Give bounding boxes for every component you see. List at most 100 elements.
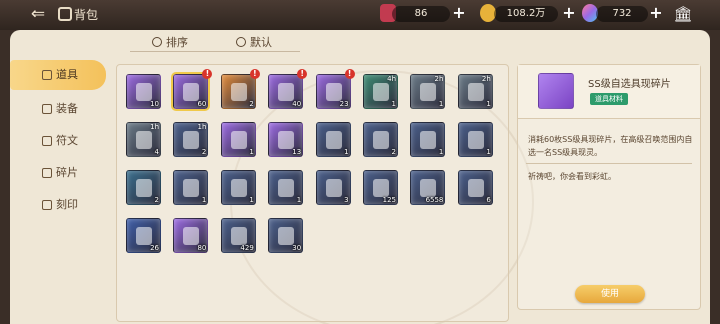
bank-icon[interactable]: 🏛 [672, 5, 694, 23]
inventory-slot[interactable]: 6 [457, 170, 493, 205]
detail-header: SS级自选具现碎片 道具材料 [518, 65, 700, 119]
inventory-slot[interactable]: 60! [171, 69, 213, 111]
item-icon [230, 131, 247, 149]
shard-icon [42, 168, 52, 178]
default-order-button[interactable]: 默认 [236, 36, 272, 50]
inventory-slot[interactable]: 125 [363, 170, 398, 205]
inventory-slot[interactable]: 1 [173, 170, 209, 205]
item-icon [278, 131, 295, 149]
item-grid: 10 60! 2! 40! 23! 1 4h 1 2h 1 2h 4 1h 2 1h 1 13 1 2 1 1 2 1 1 1 3… [116, 64, 509, 322]
item-timer: 2h [434, 75, 444, 83]
inventory-slot[interactable]: 2 1h [173, 122, 209, 157]
add-gold-button[interactable]: + [562, 5, 576, 21]
item-icon [325, 83, 342, 101]
sidebar-item-seals[interactable]: 刻印 [10, 190, 106, 220]
inventory-slot[interactable]: 30 [268, 218, 304, 253]
inventory-slot[interactable]: 4 1h [126, 122, 161, 157]
default-label: 默认 [250, 36, 272, 49]
item-count: 1 [344, 148, 349, 156]
top-bar: ⇐ 背包 86 + 108.2万 + 732 + 🏛 [0, 0, 720, 30]
inventory-slot[interactable]: 1 [457, 122, 493, 157]
use-button[interactable]: 使用 [575, 285, 645, 303]
item-count: 6 [486, 196, 491, 204]
radio-icon [236, 37, 246, 47]
inventory-slot[interactable]: 13 [268, 122, 304, 157]
inventory-slot[interactable]: 23! [315, 69, 355, 109]
item-count: 1 [201, 196, 207, 204]
item-icon [278, 179, 295, 197]
item-count: 60 [197, 100, 207, 108]
inventory-slot[interactable]: 1 [220, 122, 256, 157]
item-count: 1 [391, 100, 396, 108]
sidebar-item-props[interactable]: 道具 [10, 60, 106, 90]
item-count: 3 [344, 196, 349, 204]
item-icon [183, 83, 200, 101]
item-icon [183, 227, 200, 245]
item-icon [183, 131, 200, 149]
item-icon [467, 179, 484, 197]
sort-label: 排序 [166, 36, 188, 49]
inventory-slot[interactable]: 80 [173, 218, 209, 253]
item-timer: 1h [197, 123, 207, 131]
item-count: 1 [486, 100, 491, 108]
item-type-badge: 道具材料 [590, 93, 628, 105]
inventory-slot[interactable]: 1 2h [457, 74, 493, 109]
item-icon [136, 83, 152, 101]
rainbow-gem-value: 732 [596, 6, 648, 22]
sidebar-item-shards[interactable]: 碎片 [10, 158, 106, 188]
back-arrow-icon[interactable]: ⇐ [24, 4, 52, 24]
item-icon [278, 227, 295, 245]
inventory-slot[interactable]: 3 [315, 170, 351, 205]
item-count: 2 [201, 148, 207, 156]
sidebar-item-equipment[interactable]: 装备 [10, 94, 106, 124]
inventory-slot[interactable]: 1 [268, 170, 304, 205]
item-count: 2 [154, 196, 159, 204]
inventory-slot[interactable]: 1 2h [410, 74, 446, 109]
inventory-slot[interactable]: 6558 [410, 170, 446, 205]
item-count: 80 [197, 244, 207, 252]
seal-icon [42, 200, 52, 210]
item-count: 6558 [425, 196, 444, 204]
inventory-slot[interactable]: 2 [363, 122, 398, 157]
inventory-slot[interactable]: 1 [220, 170, 256, 205]
add-gem-button[interactable]: + [649, 5, 663, 21]
sidebar-item-runes[interactable]: 符文 [10, 126, 106, 156]
detail-title: SS级自选具现碎片 [588, 79, 671, 90]
inventory-slot[interactable]: 26 [126, 218, 161, 253]
item-icon [420, 179, 437, 197]
inventory-slot[interactable]: 1 [315, 122, 351, 157]
page-title: 背包 [74, 8, 99, 22]
item-count: 26 [150, 244, 159, 252]
item-count: 1 [249, 148, 254, 156]
item-icon [467, 83, 484, 101]
item-icon [136, 131, 152, 149]
item-count: 10 [150, 100, 159, 108]
inventory-slot[interactable]: 10 [126, 74, 161, 109]
detail-description: 消耗60枚SS级具现碎片，在高级召唤范围内自选一名SS级具现灵。 [528, 135, 693, 157]
inventory-slot[interactable]: 1 [410, 122, 446, 157]
sidebar-item-label: 装备 [56, 102, 78, 115]
detail-flavor-text: 祈祷吧，你会看到彩虹。 [528, 172, 616, 181]
item-count: 23 [339, 100, 349, 108]
item-icon [183, 179, 200, 197]
inventory-slot[interactable]: 2! [220, 69, 260, 109]
sidebar-item-label: 符文 [56, 134, 78, 147]
sidebar-item-label: 刻印 [56, 198, 78, 211]
flask-icon [42, 70, 52, 80]
alert-dot-icon: ! [297, 69, 308, 79]
inventory-slot[interactable]: 2 [126, 170, 161, 205]
sidebar-item-label: 碎片 [56, 166, 78, 179]
item-count: 1 [486, 148, 491, 156]
sort-button[interactable]: 排序 [152, 36, 188, 50]
item-icon [136, 227, 152, 245]
inventory-slot[interactable]: 40! [268, 69, 308, 109]
item-icon [467, 131, 484, 149]
bag-icon [58, 7, 72, 21]
stamina-ticket-value: 86 [392, 6, 450, 22]
item-timer: 1h [150, 123, 159, 131]
item-count: 429 [240, 244, 254, 252]
inventory-slot[interactable]: 1 4h [363, 74, 398, 109]
add-stamina-button[interactable]: + [452, 5, 466, 21]
item-icon [325, 131, 342, 149]
inventory-slot[interactable]: 429 [220, 218, 256, 253]
